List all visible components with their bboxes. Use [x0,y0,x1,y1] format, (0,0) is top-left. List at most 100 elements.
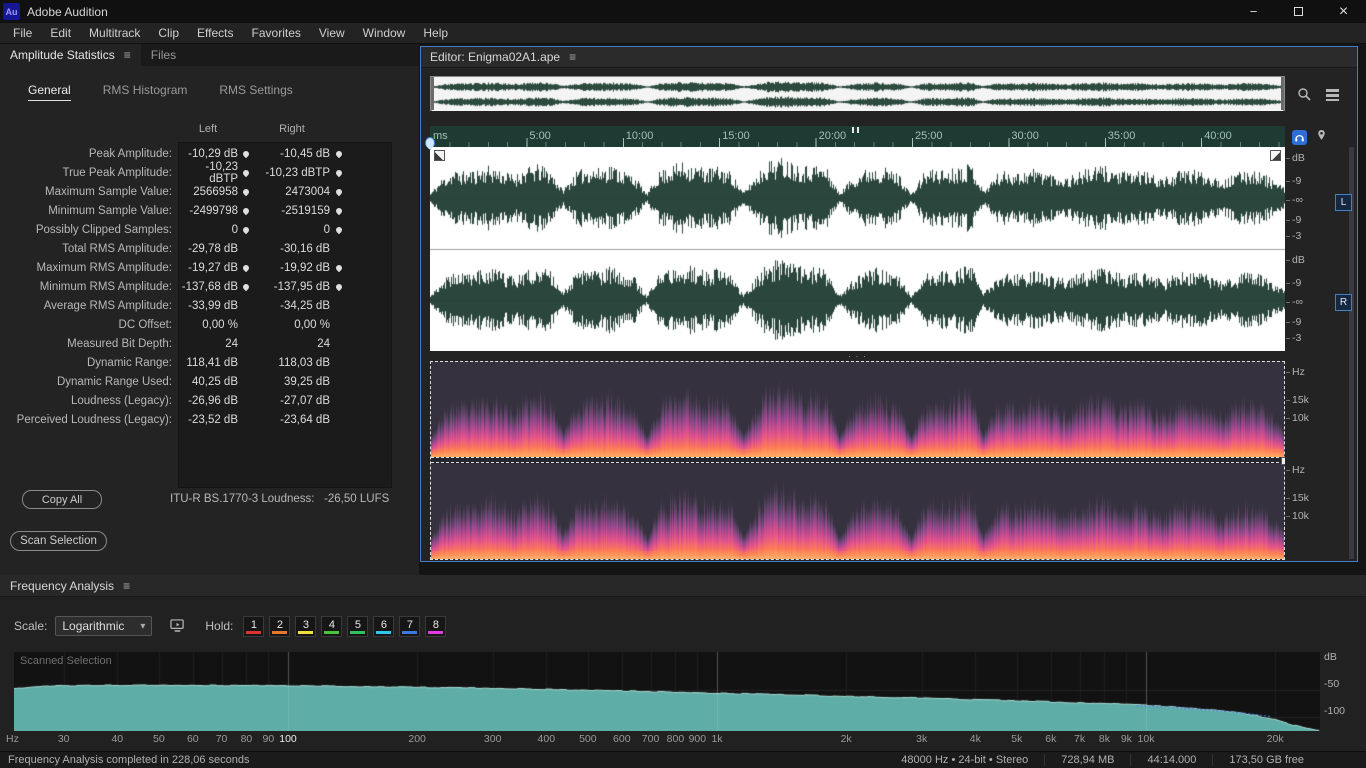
scanned-selection-label: Scanned Selection [20,655,112,667]
overview-strip[interactable] [430,76,1285,111]
file-info-cluster: 48000 Hz • 24-bit • Stereo 728,94 MB 44:… [885,754,1320,766]
menu-favorites[interactable]: Favorites [243,23,310,43]
subtab-general[interactable]: General [28,83,71,101]
frequency-ruler[interactable]: Hz 15k 10k Hz 15k 10k [1285,361,1357,560]
close-button[interactable]: × [1321,0,1366,23]
freq-tick-label: 3k [916,733,928,745]
stat-value-left: 0,00 % [202,318,238,331]
hz-scale-label: 15k [1286,394,1309,406]
locate-marker-icon[interactable] [334,225,344,234]
drop-pin-icon[interactable] [1315,129,1328,149]
hold-color-bar [272,630,288,634]
locate-marker-icon[interactable] [334,282,344,291]
menu-window[interactable]: Window [354,23,415,43]
hold-button-5[interactable]: 5 [347,615,369,637]
frequency-plot-canvas[interactable] [14,652,1320,731]
scan-selection-button[interactable]: Scan Selection [10,531,107,551]
locate-marker-icon[interactable] [334,206,344,215]
menu-file[interactable]: File [4,23,41,43]
editor-title: Editor: Enigma02A1.ape [430,50,561,64]
locate-marker-icon[interactable] [334,149,344,158]
hold-button-3[interactable]: 3 [295,615,317,637]
hold-button-2[interactable]: 2 [269,615,291,637]
stat-value-right: 24 [317,337,330,350]
panel-tab-strip: Amplitude Statistics ≡ Files [0,44,419,66]
waveform-canvas[interactable] [430,147,1285,351]
overview-waveform-canvas[interactable] [432,78,1283,111]
tab-files[interactable]: Files [141,44,186,66]
stat-value-right: 39,25 dB [283,375,330,388]
left-channel-button[interactable]: L [1335,194,1352,211]
maximize-icon [1294,7,1303,16]
menu-clip[interactable]: Clip [149,23,188,43]
waveform-display[interactable] [430,147,1285,351]
waveform-spectral-splitter[interactable]: · · · [430,351,1285,361]
tab-amplitude-statistics[interactable]: Amplitude Statistics ≡ [0,44,141,66]
frequency-plot[interactable]: Scanned Selection [14,652,1320,731]
stat-row: Perceived Loudness (Legacy): -23,52 dB -23… [0,410,392,429]
hold-button-7[interactable]: 7 [399,615,421,637]
hold-button-1[interactable]: 1 [243,615,265,637]
stat-label: Minimum Sample Value: [48,204,172,217]
stat-value-left: -10,23 dBTP [205,160,238,185]
menu-effects[interactable]: Effects [188,23,242,43]
locate-marker-icon[interactable] [334,168,344,177]
scale-value: Logarithmic [62,619,125,633]
stat-value-right: -23,64 dB [280,413,330,426]
copy-all-button[interactable]: Copy All [22,490,102,509]
stat-marker-left-cell [238,187,254,196]
db-scale-label: dB [1286,254,1305,266]
locate-marker-icon[interactable] [334,187,344,196]
copy-graph-icon[interactable] [170,619,185,633]
menu-edit[interactable]: Edit [41,23,80,43]
freq-tick-label: 6k [1045,733,1057,745]
stat-marker-left-cell [238,263,254,272]
subtab-rms-settings[interactable]: RMS Settings [219,83,292,97]
menu-view[interactable]: View [310,23,354,43]
selection-handle-left-icon[interactable] [434,150,445,161]
monitor-headphones-icon[interactable] [1292,130,1307,145]
hold-color-bar [246,630,262,634]
hold-button-8[interactable]: 8 [425,615,447,637]
stat-value-right: 2473004 [285,185,330,198]
locate-marker-icon[interactable] [241,225,251,234]
freq-tick-label: 50 [153,733,165,745]
hold-button-6[interactable]: 6 [373,615,395,637]
stat-value-left: 0 [231,223,238,236]
panel-menu-icon[interactable]: ≡ [124,48,131,62]
locate-marker-icon[interactable] [334,263,344,272]
hold-button-4[interactable]: 4 [321,615,343,637]
menu-help[interactable]: Help [414,23,457,43]
subtab-rms-histogram[interactable]: RMS Histogram [103,83,188,97]
overview-left-handle[interactable] [431,77,434,110]
locate-marker-icon[interactable] [241,263,251,272]
cue-marker-icon[interactable] [852,127,859,133]
menu-multitrack[interactable]: Multitrack [80,23,149,43]
hold-color-bar [350,630,366,634]
amplitude-ruler[interactable]: dB -9 -∞ -9 -3 dB -9 -∞ -9 -3 [1285,147,1357,351]
ruler-tick-label: 10:00 [625,130,654,142]
locate-marker-icon[interactable] [241,187,251,196]
spectral-display[interactable] [430,361,1289,560]
scale-dropdown[interactable]: Logarithmic ▾ [55,616,153,636]
freq-tick-label: 700 [641,733,660,745]
locate-marker-icon[interactable] [241,168,251,177]
locate-marker-icon[interactable] [241,282,251,291]
overview-right-handle[interactable] [1281,77,1284,110]
timeline-ruler[interactable]: ms 5:00 10:00 15:00 20:00 25:00 30:00 35:00 40:… [430,126,1285,147]
stat-row: Average RMS Amplitude: -33,99 dB -34,25 dB [0,296,392,315]
zoom-navigate-icon[interactable] [1297,87,1312,102]
spectrogram-canvas-right[interactable] [431,464,1284,559]
spectrogram-canvas-left[interactable] [431,362,1284,457]
panel-grid-icon[interactable] [1325,87,1340,102]
frequency-panel-menu-icon[interactable]: ≡ [123,579,130,593]
locate-marker-icon[interactable] [241,206,251,215]
selection-handle-right-icon[interactable] [1270,150,1281,161]
minimize-button[interactable]: − [1231,0,1276,23]
db-scale-label: -9 [1285,175,1302,187]
editor-menu-icon[interactable]: ≡ [569,50,576,64]
maximize-button[interactable] [1276,0,1321,23]
right-channel-button[interactable]: R [1335,294,1352,311]
locate-marker-icon[interactable] [241,149,251,158]
stat-row: DC Offset: 0,00 % 0,00 % [0,315,392,334]
